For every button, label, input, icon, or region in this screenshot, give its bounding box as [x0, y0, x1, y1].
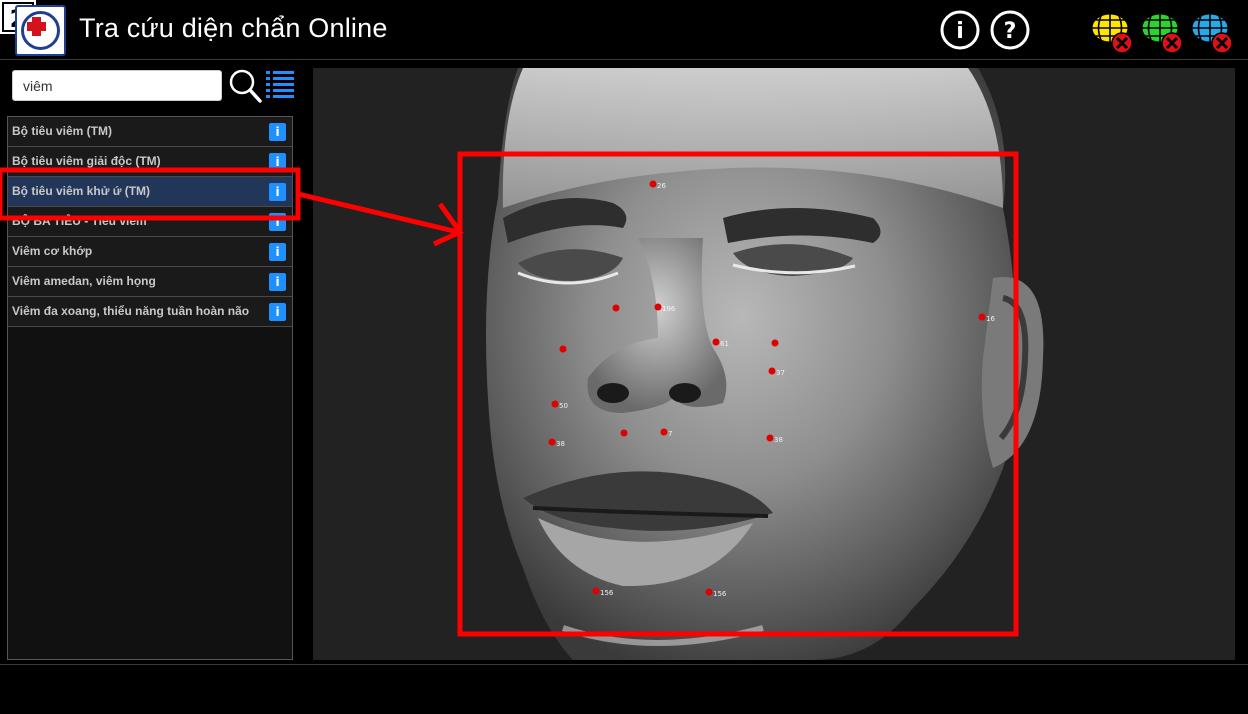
acupoint-label: 37 [776, 369, 785, 377]
list-item[interactable]: Viêm đa xoang, thiểu năng tuần hoàn não … [8, 297, 292, 327]
acupoint-dot[interactable] [620, 429, 628, 437]
info-button[interactable]: i [269, 273, 286, 291]
acupoint-dot[interactable] [771, 339, 779, 347]
globe-green-disconnected-icon[interactable] [1140, 10, 1186, 56]
list-view-icon[interactable] [266, 70, 294, 102]
sidebar: Bộ tiêu viêm (TM) i Bộ tiêu viêm giải độ… [0, 61, 300, 664]
list-item-label: Bộ tiêu viêm giải độc (TM) [12, 154, 161, 168]
acupoint-label: 196 [662, 305, 676, 313]
list-item-label: Bộ tiêu viêm (TM) [12, 124, 113, 138]
acupoint-dot[interactable] [548, 438, 556, 446]
globe-blue-disconnected-icon[interactable] [1190, 10, 1236, 56]
info-circle-icon[interactable]: i [940, 10, 980, 50]
acupoint-dot[interactable] [978, 313, 986, 321]
list-item-label: Bộ tiêu viêm khử ứ (TM) [12, 184, 151, 198]
info-button[interactable]: i [269, 153, 286, 171]
acupoint-dot[interactable] [712, 338, 720, 346]
app-title: Tra cứu diện chẩn Online [79, 13, 388, 43]
list-item-selected[interactable]: Bộ tiêu viêm khử ứ (TM) i [8, 177, 292, 207]
acupoint-label: 38 [774, 436, 783, 444]
acupoint-label: 156 [600, 589, 614, 597]
acupoint-dot[interactable] [649, 180, 657, 188]
info-button[interactable]: i [269, 243, 286, 261]
globe-yellow-disconnected-icon[interactable] [1090, 10, 1136, 56]
info-button[interactable]: i [269, 123, 286, 141]
magnifier-icon[interactable] [228, 68, 262, 104]
list-item[interactable]: Viêm amedan, viêm họng i [8, 267, 292, 297]
list-item-label: BỘ BA TIÊU - Tiêu viêm [12, 214, 147, 228]
list-item[interactable]: Viêm cơ khớp i [8, 237, 292, 267]
acupoint-dot[interactable] [660, 428, 668, 436]
face-model: 26 196 61 37 16 50 7 38 38 156 156 [485, 68, 1044, 660]
acupoint-label: 38 [556, 440, 565, 448]
face-viewer[interactable]: 26 196 61 37 16 50 7 38 38 156 156 [313, 68, 1235, 660]
list-item[interactable]: Bộ tiêu viêm giải độc (TM) i [8, 147, 292, 177]
acupoint-label: 26 [657, 182, 666, 190]
app-logo [15, 5, 66, 56]
acupoint-dot[interactable] [768, 367, 776, 375]
info-button[interactable]: i [269, 303, 286, 321]
acupoint-dot[interactable] [559, 345, 567, 353]
acupoint-dot[interactable] [766, 434, 774, 442]
list-item-label: Viêm amedan, viêm họng [12, 274, 156, 288]
acupoint-label: 156 [713, 590, 727, 598]
acupoint-label: 61 [720, 340, 729, 348]
footer-bar [0, 664, 1248, 714]
svg-text:i: i [956, 19, 964, 44]
list-item[interactable]: Bộ tiêu viêm (TM) i [8, 117, 292, 147]
info-button[interactable]: i [269, 183, 286, 201]
acupoint-dot[interactable] [612, 304, 620, 312]
list-item[interactable]: BỘ BA TIÊU - Tiêu viêm i [8, 207, 292, 237]
app-header: Tra cứu diện chẩn Online i ? 2 [0, 0, 1248, 60]
svg-text:?: ? [1004, 19, 1017, 44]
acupoint-label: 7 [668, 430, 672, 438]
acupoint-dot[interactable] [705, 588, 713, 596]
question-circle-icon[interactable]: ? [990, 10, 1030, 50]
acupoint-label: 50 [559, 402, 568, 410]
search-input[interactable] [12, 70, 222, 101]
acupoint-label: 16 [986, 315, 995, 323]
acupoint-dot[interactable] [592, 587, 600, 595]
acupoint-dot[interactable] [654, 303, 662, 311]
list-item-label: Viêm đa xoang, thiểu năng tuần hoàn não [12, 304, 250, 318]
list-item-label: Viêm cơ khớp [12, 244, 93, 258]
info-button[interactable]: i [269, 213, 286, 231]
acupoint-dot[interactable] [551, 400, 559, 408]
result-list: Bộ tiêu viêm (TM) i Bộ tiêu viêm giải độ… [7, 116, 293, 660]
